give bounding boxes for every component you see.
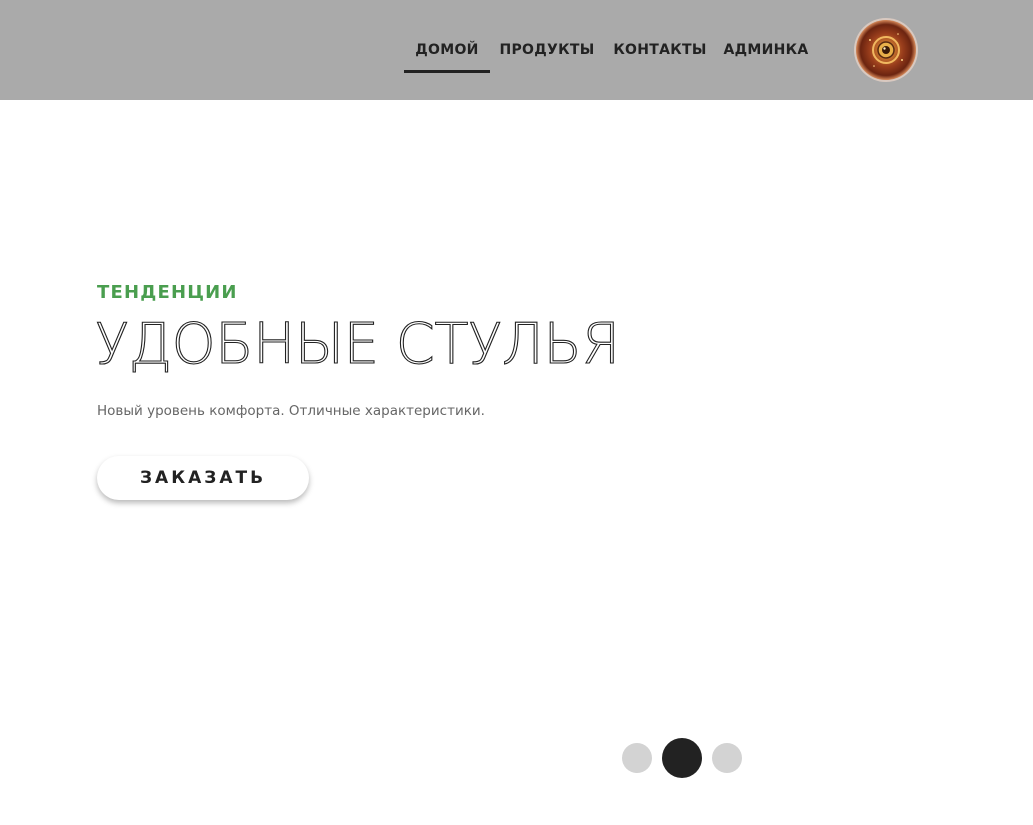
nav-item-admin[interactable]: АДМИНКА (716, 0, 816, 100)
main-nav: ДОМОЙ ПРОДУКТЫ КОНТАКТЫ АДМИНКА (404, 0, 816, 100)
slider-pagination (622, 738, 742, 778)
nav-item-home[interactable]: ДОМОЙ (404, 0, 490, 100)
site-header: ДОМОЙ ПРОДУКТЫ КОНТАКТЫ АДМИНКА (0, 0, 1033, 100)
nav-item-products[interactable]: ПРОДУКТЫ (490, 0, 604, 100)
order-button[interactable]: ЗАКАЗАТЬ (97, 456, 309, 500)
slider-dot-2-active[interactable] (662, 738, 702, 778)
slider-dot-1[interactable] (622, 743, 652, 773)
hero-eyebrow: ТЕНДЕНЦИИ (97, 282, 238, 303)
hero-title: УДОБНЫЕ СТУЛЬЯ (94, 311, 620, 377)
nav-item-contacts[interactable]: КОНТАКТЫ (604, 0, 716, 100)
slider-dot-3[interactable] (712, 743, 742, 773)
user-avatar[interactable] (856, 20, 916, 80)
nav-item-admin-label: АДМИНКА (723, 42, 809, 58)
nav-item-products-label: ПРОДУКТЫ (499, 42, 595, 58)
avatar-image (856, 20, 916, 80)
nav-item-contacts-label: КОНТАКТЫ (613, 42, 707, 58)
nav-item-home-label: ДОМОЙ (415, 42, 479, 58)
hero-subtitle: Новый уровень комфорта. Отличные характе… (97, 403, 485, 419)
